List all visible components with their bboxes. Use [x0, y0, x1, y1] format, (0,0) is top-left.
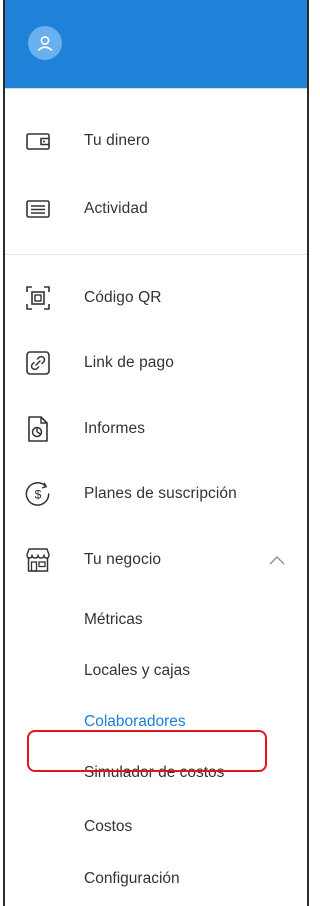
sidebar-item-link-pago[interactable]: Link de pago: [5, 340, 307, 386]
sidebar-item-label: Actividad: [84, 200, 148, 217]
qr-code-icon: [25, 285, 51, 311]
sidebar-item-label: Código QR: [84, 289, 162, 306]
sidebar-item-label: Tu dinero: [84, 132, 150, 149]
sidebar-item-label: Link de pago: [84, 354, 174, 371]
link-icon: [25, 350, 51, 376]
sidebar-item-actividad[interactable]: Actividad: [5, 186, 307, 232]
highlight-box: [27, 730, 267, 772]
sidebar-item-informes[interactable]: Informes: [5, 406, 307, 452]
list-icon: [25, 196, 51, 222]
submenu-item-configuracion[interactable]: Configuración: [84, 864, 180, 894]
dollar-cycle-icon: $: [25, 481, 51, 507]
sidebar-item-codigo-qr[interactable]: Código QR: [5, 275, 307, 321]
store-icon: [25, 547, 51, 573]
section-divider: [5, 254, 307, 255]
sidebar-header: [5, 0, 307, 88]
chevron-up-icon[interactable]: [269, 555, 285, 565]
user-icon: [37, 36, 53, 51]
sidebar-item-label: Tu negocio: [84, 551, 162, 568]
submenu-item-locales-cajas[interactable]: Locales y cajas: [84, 656, 190, 686]
submenu-item-costos[interactable]: Costos: [84, 812, 132, 842]
avatar[interactable]: [28, 26, 62, 60]
sidebar: Tu dinero Actividad Código QR Link de pa…: [3, 0, 309, 906]
sidebar-item-label: Informes: [84, 420, 146, 437]
report-icon: [25, 416, 51, 442]
sidebar-item-planes[interactable]: $ Planes de suscripción: [5, 471, 307, 517]
header-divider: [5, 88, 307, 89]
submenu-item-metricas[interactable]: Métricas: [84, 605, 143, 635]
svg-text:$: $: [35, 488, 42, 502]
wallet-icon: [25, 128, 51, 154]
sidebar-item-tu-dinero[interactable]: Tu dinero: [5, 118, 307, 164]
sidebar-item-tu-negocio[interactable]: Tu negocio: [5, 537, 307, 583]
sidebar-item-label: Planes de suscripción: [84, 485, 237, 502]
